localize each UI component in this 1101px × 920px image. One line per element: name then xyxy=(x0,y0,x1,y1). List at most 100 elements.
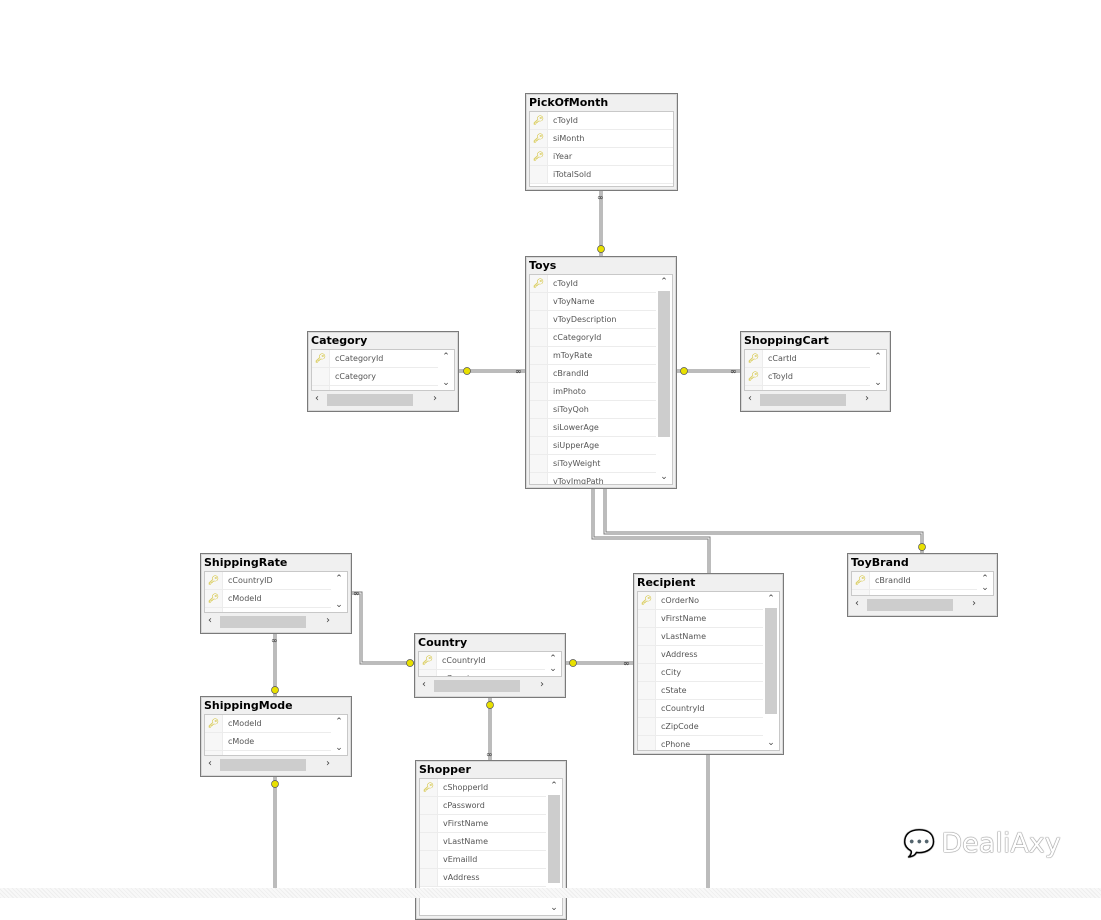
scroll-left-icon[interactable]: ‹ xyxy=(208,615,212,626)
scroll-thumb[interactable] xyxy=(327,394,413,406)
horizontal-scrollbar[interactable]: ‹ › xyxy=(418,678,562,694)
scroll-down-icon[interactable]: ⌄ xyxy=(763,738,779,748)
column-row[interactable]: vEmailId xyxy=(420,851,546,869)
scroll-left-icon[interactable]: ‹ xyxy=(422,679,426,690)
column-row[interactable]: cCity xyxy=(638,664,763,682)
column-row[interactable]: mRatePerPound xyxy=(205,608,331,612)
scroll-thumb[interactable] xyxy=(765,608,777,714)
column-row[interactable]: 🔑︎ cToyId xyxy=(530,275,656,293)
column-row[interactable]: vLastName xyxy=(420,833,546,851)
scroll-down-icon[interactable]: ⌄ xyxy=(331,600,347,610)
table-title[interactable]: PickOfMonth xyxy=(526,94,677,111)
table-toybrand[interactable]: ToyBrand🔑︎ cBrandId cBrandName ⌃ ⌄ ‹ › xyxy=(847,553,998,617)
table-country[interactable]: Country🔑︎ cCountryId cCountry ⌃ ⌄ ‹ › xyxy=(414,633,566,698)
vertical-scrollbar[interactable]: ⌃ ⌄ xyxy=(870,350,886,390)
scroll-right-icon[interactable]: › xyxy=(865,393,869,404)
scroll-thumb[interactable] xyxy=(867,599,953,611)
table-title[interactable]: ShoppingCart xyxy=(741,332,890,349)
column-row[interactable]: 🔑︎ cShopperId xyxy=(420,779,546,797)
vertical-scrollbar[interactable]: ⌃ ⌄ xyxy=(763,592,779,750)
column-row[interactable]: 🔑︎ cModeId xyxy=(205,715,331,733)
column-row[interactable]: vLastName xyxy=(638,628,763,646)
scroll-up-icon[interactable]: ⌃ xyxy=(438,352,454,362)
column-row[interactable]: siLowerAge xyxy=(530,419,656,437)
column-row[interactable]: 🔑︎ cCartId xyxy=(745,350,870,368)
scroll-left-icon[interactable]: ‹ xyxy=(748,393,752,404)
relationship-line[interactable] xyxy=(592,489,710,573)
scroll-down-icon[interactable]: ⌄ xyxy=(438,378,454,388)
column-row[interactable]: siUpperAge xyxy=(530,437,656,455)
scroll-thumb[interactable] xyxy=(760,394,846,406)
table-toys[interactable]: Toys 🔑︎ cToyId vToyName vToyDescription cCate… xyxy=(525,256,677,489)
vertical-scrollbar[interactable]: ⌃ ⌄ xyxy=(656,275,672,484)
column-row[interactable]: 🔑︎ iYear xyxy=(530,148,673,166)
scroll-thumb[interactable] xyxy=(434,680,520,692)
scroll-down-icon[interactable]: ⌄ xyxy=(545,664,561,674)
horizontal-scrollbar[interactable]: ‹ › xyxy=(204,757,348,773)
relationship-line[interactable] xyxy=(352,592,414,664)
scroll-up-icon[interactable]: ⌃ xyxy=(545,654,561,664)
scroll-thumb[interactable] xyxy=(658,291,670,437)
scroll-down-icon[interactable]: ⌄ xyxy=(977,583,993,593)
scroll-up-icon[interactable]: ⌃ xyxy=(656,277,672,287)
scroll-right-icon[interactable]: › xyxy=(326,758,330,769)
horizontal-scrollbar[interactable]: ‹ › xyxy=(311,392,455,408)
column-row[interactable]: 🔑︎ cBrandId xyxy=(852,572,977,590)
column-row[interactable]: cBrandId xyxy=(530,365,656,383)
scroll-down-icon[interactable]: ⌄ xyxy=(656,472,672,482)
scroll-left-icon[interactable]: ‹ xyxy=(315,393,319,404)
column-row[interactable]: cState xyxy=(638,682,763,700)
scroll-down-icon[interactable]: ⌄ xyxy=(870,378,886,388)
scroll-right-icon[interactable]: › xyxy=(326,615,330,626)
column-row[interactable]: 🔑︎ cToyId xyxy=(745,368,870,386)
column-row[interactable]: vAddress xyxy=(420,869,546,887)
relationship-line[interactable] xyxy=(591,489,711,573)
column-row[interactable]: siQty xyxy=(745,386,870,390)
scroll-down-icon[interactable]: ⌄ xyxy=(546,903,562,913)
column-row[interactable]: imPhoto xyxy=(530,383,656,401)
column-row[interactable]: cPhone xyxy=(638,736,763,750)
column-row[interactable]: vToyImgPath xyxy=(530,473,656,484)
column-row[interactable]: cCategoryId xyxy=(530,329,656,347)
scroll-right-icon[interactable]: › xyxy=(433,393,437,404)
vertical-scrollbar[interactable]: ⌃ ⌄ xyxy=(545,652,561,676)
scroll-thumb[interactable] xyxy=(220,616,306,628)
relationship-line[interactable] xyxy=(604,489,923,553)
scroll-up-icon[interactable]: ⌃ xyxy=(763,594,779,604)
column-row[interactable]: 🔑︎ cOrderNo xyxy=(638,592,763,610)
column-row[interactable]: cBrandName xyxy=(852,590,977,595)
column-row[interactable]: 🔑︎ cToyId xyxy=(530,112,673,130)
column-row[interactable]: siToyWeight xyxy=(530,455,656,473)
table-shoppingcart[interactable]: ShoppingCart🔑︎cCartId🔑︎cToyIdsiQty ⌃ ⌄ ‹… xyxy=(740,331,891,412)
column-row[interactable]: cPassword xyxy=(420,797,546,815)
scroll-left-icon[interactable]: ‹ xyxy=(855,598,859,609)
column-row[interactable]: siToyQoh xyxy=(530,401,656,419)
column-row[interactable]: cCountryId xyxy=(638,700,763,718)
scroll-right-icon[interactable]: › xyxy=(540,679,544,690)
column-row[interactable]: vDescription xyxy=(312,386,438,390)
scroll-up-icon[interactable]: ⌃ xyxy=(546,781,562,791)
scroll-left-icon[interactable]: ‹ xyxy=(208,758,212,769)
column-row[interactable]: 🔑︎ cCountryId xyxy=(419,652,545,670)
column-row[interactable]: cCategory xyxy=(312,368,438,386)
table-title[interactable]: ToyBrand xyxy=(848,554,997,571)
table-recipient[interactable]: Recipient 🔑︎ cOrderNo vFirstName vLastName vA… xyxy=(633,573,784,755)
table-category[interactable]: Category🔑︎ cCategoryId cCategory vDescripti… xyxy=(307,331,459,412)
column-row[interactable]: vFirstName xyxy=(420,815,546,833)
scroll-up-icon[interactable]: ⌃ xyxy=(331,574,347,584)
column-row[interactable]: vToyDescription xyxy=(530,311,656,329)
horizontal-scrollbar[interactable]: ‹ › xyxy=(744,392,887,408)
column-row[interactable]: iMaxDelDays xyxy=(205,751,331,755)
column-row[interactable]: vFirstName xyxy=(638,610,763,628)
table-shippingrate[interactable]: ShippingRate🔑︎cCountryID🔑︎cModeIdmRatePe… xyxy=(200,553,352,634)
column-row[interactable]: vToyName xyxy=(530,293,656,311)
scroll-thumb[interactable] xyxy=(220,759,306,771)
column-row[interactable]: cCountry xyxy=(419,670,545,676)
column-row[interactable]: vAddress xyxy=(638,646,763,664)
relationship-line[interactable] xyxy=(603,489,924,553)
table-title[interactable]: Toys xyxy=(526,257,676,274)
vertical-scrollbar[interactable]: ⌃ ⌄ xyxy=(331,572,347,612)
vertical-scrollbar[interactable]: ⌃ ⌄ xyxy=(977,572,993,595)
column-row[interactable]: cMode xyxy=(205,733,331,751)
scroll-down-icon[interactable]: ⌄ xyxy=(331,743,347,753)
